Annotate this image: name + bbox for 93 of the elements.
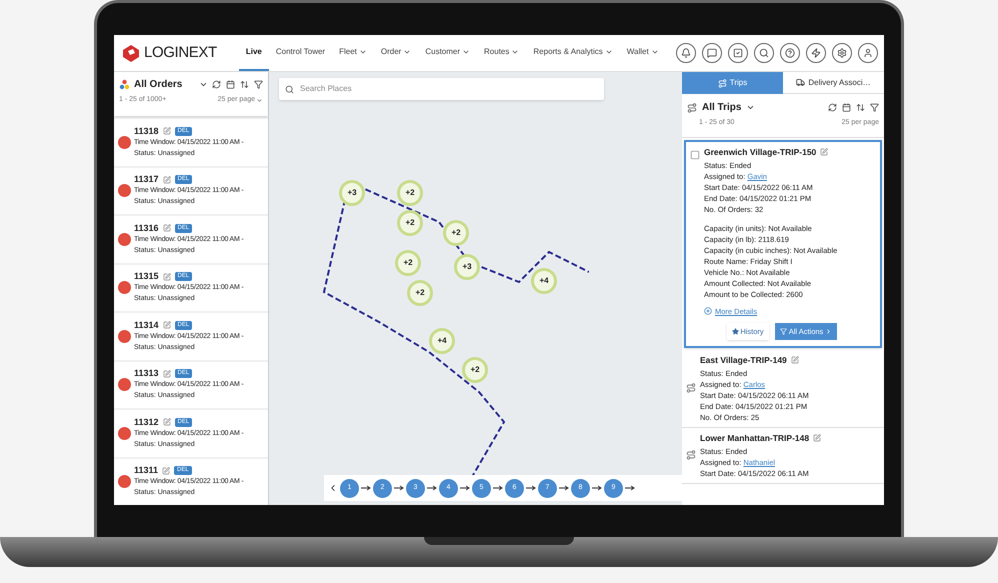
- logo-icon: [120, 42, 142, 64]
- calendar-icon[interactable]: [226, 80, 235, 89]
- chevron-icon: [825, 328, 832, 335]
- caret-icon: [462, 48, 470, 56]
- arrow-icon: [460, 485, 470, 491]
- cluster-marker[interactable]: +2: [443, 220, 469, 246]
- plus-icon: [704, 307, 712, 316]
- cluster-marker[interactable]: +3: [454, 254, 480, 280]
- arrow-icon: [394, 485, 404, 491]
- help-icon[interactable]: [780, 43, 800, 63]
- caret-icon: [511, 48, 520, 56]
- sort-icon[interactable]: [240, 80, 249, 89]
- arrow-icon: [559, 485, 569, 491]
- lightning-icon[interactable]: [806, 43, 826, 63]
- panel-title: All Orders: [134, 78, 182, 92]
- filter-icon[interactable]: [870, 103, 879, 112]
- order-id: 11314: [134, 320, 159, 331]
- arrow-icon: [427, 485, 437, 491]
- search-icon: [285, 84, 294, 94]
- checkbox[interactable]: [690, 150, 700, 160]
- trip-name[interactable]: East Village-TRIP-149: [700, 354, 787, 367]
- nav-tab[interactable]: Order: [374, 35, 418, 71]
- nav-tab[interactable]: Reports & Analytics: [526, 35, 620, 71]
- cluster-marker[interactable]: +2: [397, 180, 423, 206]
- panel-title: All Trips: [702, 101, 742, 115]
- route-icon: [687, 102, 697, 112]
- checkbox-icon[interactable]: [728, 43, 748, 63]
- caret-icon[interactable]: [199, 80, 208, 89]
- arrow-icon: [592, 485, 602, 491]
- bell-icon[interactable]: [676, 43, 696, 63]
- truck-icon: [796, 78, 806, 87]
- cluster-marker[interactable]: +2: [407, 280, 433, 306]
- nav-tab[interactable]: Wallet: [620, 35, 666, 71]
- cluster-marker[interactable]: +4: [429, 328, 455, 354]
- trip-card[interactable]: [684, 140, 882, 348]
- edit-icon[interactable]: [162, 176, 171, 184]
- nav-tab[interactable]: Routes: [477, 35, 526, 71]
- brand-name: LOGINEXT: [144, 42, 217, 63]
- calendar-icon[interactable]: [842, 103, 851, 112]
- message-icon[interactable]: [702, 43, 722, 63]
- sort-icon[interactable]: [856, 103, 865, 112]
- cluster-marker[interactable]: +2: [395, 250, 421, 276]
- nav-tab[interactable]: Customer: [418, 35, 478, 71]
- nav-tab[interactable]: Control Tower: [268, 35, 332, 71]
- order-id: 11316: [134, 222, 159, 234]
- filter-icon: [780, 328, 787, 335]
- caret-icon: [403, 48, 412, 56]
- search-input[interactable]: Search Places: [300, 83, 598, 95]
- order-id: 11313: [134, 368, 159, 380]
- caret-icon: [358, 48, 367, 56]
- dots-logo-icon: [119, 79, 130, 90]
- star-icon: [732, 328, 740, 335]
- order-id: 11315: [134, 271, 159, 282]
- edit-icon[interactable]: [790, 356, 799, 364]
- panel-tab[interactable]: Trips: [682, 72, 783, 94]
- arrow-icon: [625, 485, 635, 491]
- caret-icon: [256, 96, 263, 104]
- order-id: 11317: [134, 174, 159, 186]
- filter-icon[interactable]: [254, 80, 263, 89]
- search-icon[interactable]: [754, 43, 774, 63]
- edit-icon[interactable]: [162, 224, 171, 232]
- arrow-icon: [493, 485, 503, 491]
- search-field[interactable]: Search Places: [279, 78, 604, 100]
- caret-icon: [650, 48, 659, 56]
- settings-icon[interactable]: [832, 43, 852, 63]
- user-icon[interactable]: [858, 43, 878, 63]
- edit-icon[interactable]: [162, 272, 171, 281]
- cluster-marker[interactable]: +2: [462, 357, 488, 383]
- edit-icon[interactable]: [162, 370, 171, 378]
- edit-icon[interactable]: [820, 148, 828, 156]
- caret-icon: [604, 48, 613, 56]
- route-icon: [718, 78, 727, 88]
- order-id: 11311: [134, 465, 158, 476]
- arrow-icon: [526, 485, 536, 491]
- edit-icon[interactable]: [162, 321, 171, 330]
- nav-tab[interactable]: Fleet: [332, 35, 374, 71]
- refresh-icon[interactable]: [212, 80, 221, 89]
- order-id: 11312: [134, 416, 159, 428]
- refresh-icon[interactable]: [828, 103, 837, 112]
- edit-icon[interactable]: [162, 418, 171, 426]
- caret-icon[interactable]: [746, 103, 756, 112]
- cluster-marker[interactable]: +4: [531, 268, 557, 294]
- order-id: 11318: [134, 126, 159, 137]
- route-icon: [686, 383, 696, 394]
- trip-name[interactable]: Lower Manhattan-TRIP-148: [700, 432, 810, 444]
- edit-icon[interactable]: [162, 466, 170, 475]
- arrow-icon: [361, 485, 371, 491]
- edit-icon[interactable]: [813, 434, 822, 442]
- route-icon: [686, 450, 696, 460]
- edit-icon[interactable]: [162, 127, 171, 136]
- trip-name[interactable]: Greenwich Village-TRIP-150: [704, 146, 816, 159]
- cluster-marker[interactable]: +2: [397, 210, 423, 236]
- cluster-marker[interactable]: +3: [339, 180, 365, 206]
